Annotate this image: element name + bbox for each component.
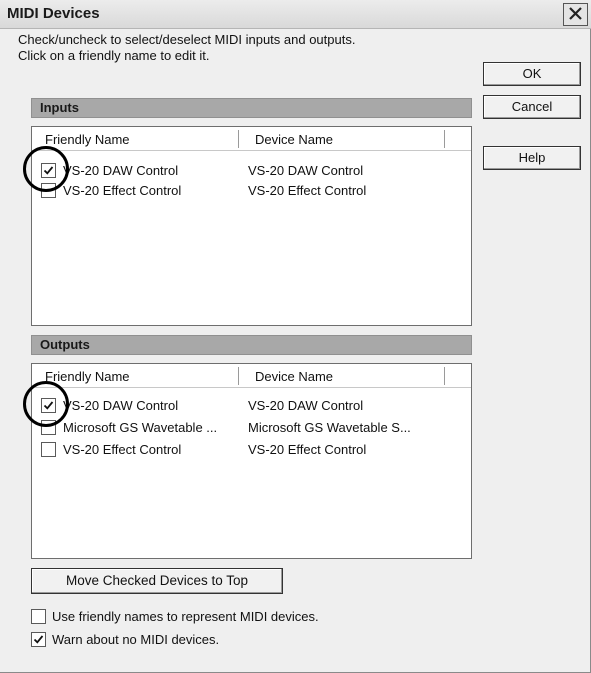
close-icon — [568, 6, 583, 24]
warn-no-midi-label[interactable]: Warn about no MIDI devices. — [52, 632, 219, 647]
move-checked-to-top-button[interactable]: Move Checked Devices to Top — [31, 568, 283, 594]
inputs-device-name: VS-20 Effect Control — [248, 183, 367, 198]
outputs-row[interactable]: Microsoft GS Wavetable ... Microsoft GS … — [32, 418, 471, 438]
help-button[interactable]: Help — [483, 146, 581, 170]
inputs-list[interactable]: Friendly Name Device Name VS-20 DAW Cont… — [31, 126, 472, 326]
inputs-friendly-name[interactable]: VS-20 Effect Control — [63, 183, 181, 198]
outputs-device-name: Microsoft GS Wavetable S... — [248, 420, 411, 435]
column-divider[interactable] — [238, 367, 239, 385]
outputs-row-checkbox[interactable] — [41, 442, 56, 457]
outputs-row-checkbox[interactable] — [41, 420, 56, 435]
inputs-row-checkbox[interactable] — [41, 183, 56, 198]
close-button[interactable] — [563, 3, 588, 26]
use-friendly-names-checkbox[interactable] — [31, 609, 46, 624]
inputs-section-header: Inputs — [31, 98, 472, 118]
inputs-row[interactable]: VS-20 Effect Control VS-20 Effect Contro… — [32, 181, 471, 201]
outputs-row[interactable]: VS-20 Effect Control VS-20 Effect Contro… — [32, 440, 471, 460]
outputs-friendly-name[interactable]: VS-20 DAW Control — [63, 398, 178, 413]
outputs-column-friendly-name[interactable]: Friendly Name — [45, 369, 130, 384]
instruction-line-1: Check/uncheck to select/deselect MIDI in… — [18, 32, 356, 47]
instructions-text: Check/uncheck to select/deselect MIDI in… — [18, 32, 478, 64]
window-title: MIDI Devices — [7, 5, 100, 22]
inputs-row-checkbox[interactable] — [41, 163, 56, 178]
ok-button[interactable]: OK — [483, 62, 581, 86]
inputs-row[interactable]: VS-20 DAW Control VS-20 DAW Control — [32, 161, 471, 181]
outputs-list-header: Friendly Name Device Name — [32, 364, 471, 388]
column-divider[interactable] — [238, 130, 239, 148]
checkmark-icon — [43, 401, 54, 410]
inputs-column-friendly-name[interactable]: Friendly Name — [45, 132, 130, 147]
outputs-friendly-name[interactable]: VS-20 Effect Control — [63, 442, 181, 457]
inputs-friendly-name[interactable]: VS-20 DAW Control — [63, 163, 178, 178]
outputs-column-device-name[interactable]: Device Name — [255, 369, 333, 384]
inputs-column-device-name[interactable]: Device Name — [255, 132, 333, 147]
outputs-section-header: Outputs — [31, 335, 472, 355]
midi-devices-dialog: MIDI Devices Check/uncheck to select/des… — [0, 0, 591, 673]
outputs-row[interactable]: VS-20 DAW Control VS-20 DAW Control — [32, 396, 471, 416]
use-friendly-names-label[interactable]: Use friendly names to represent MIDI dev… — [52, 609, 319, 624]
warn-no-midi-checkbox[interactable] — [31, 632, 46, 647]
title-bar: MIDI Devices — [0, 0, 591, 29]
column-divider[interactable] — [444, 130, 445, 148]
inputs-list-header: Friendly Name Device Name — [32, 127, 471, 151]
column-divider[interactable] — [444, 367, 445, 385]
checkmark-icon — [33, 635, 44, 644]
outputs-row-checkbox[interactable] — [41, 398, 56, 413]
outputs-device-name: VS-20 Effect Control — [248, 442, 367, 457]
outputs-device-name: VS-20 DAW Control — [248, 398, 364, 413]
inputs-device-name: VS-20 DAW Control — [248, 163, 364, 178]
instruction-line-2: Click on a friendly name to edit it. — [18, 48, 210, 63]
cancel-button[interactable]: Cancel — [483, 95, 581, 119]
outputs-list[interactable]: Friendly Name Device Name VS-20 DAW Cont… — [31, 363, 472, 559]
outputs-friendly-name[interactable]: Microsoft GS Wavetable ... — [63, 420, 217, 435]
checkmark-icon — [43, 166, 54, 175]
